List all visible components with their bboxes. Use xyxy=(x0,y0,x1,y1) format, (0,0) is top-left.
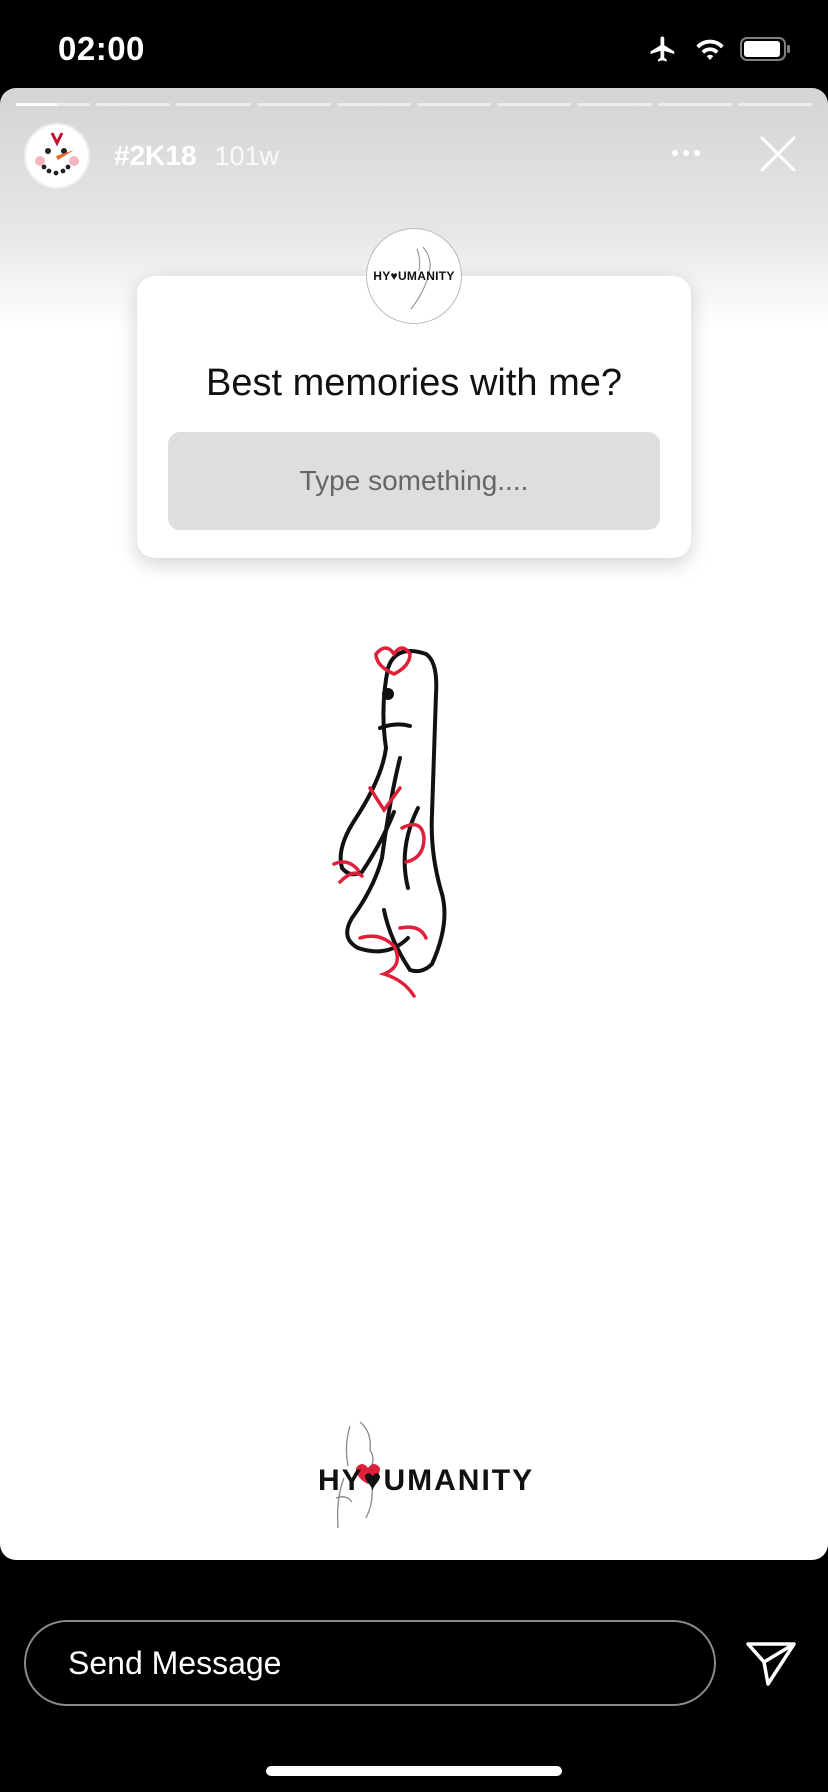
progress-segment xyxy=(16,103,91,106)
question-sticker-avatar: HY♥UMANITY xyxy=(366,228,462,324)
status-time: 02:00 xyxy=(58,30,145,67)
send-message-input[interactable] xyxy=(24,1620,716,1706)
sketch-figure-illustration xyxy=(332,646,447,998)
wifi-icon xyxy=(696,39,724,61)
airplane-icon xyxy=(650,36,675,62)
progress-segment xyxy=(96,103,171,106)
progress-segment xyxy=(577,103,652,106)
story-header: #2K18 101w xyxy=(24,123,804,189)
story-viewer[interactable]: #2K18 101w HY♥UMANITY Best memories with… xyxy=(0,88,828,1560)
progress-segment xyxy=(256,103,331,106)
user-avatar[interactable] xyxy=(24,123,90,189)
more-options-icon[interactable] xyxy=(666,138,706,168)
battery-icon xyxy=(740,37,790,61)
question-answer-input[interactable] xyxy=(168,432,660,530)
story-time-ago: 101w xyxy=(214,140,280,171)
progress-segment xyxy=(176,103,251,106)
progress-segment xyxy=(336,103,412,106)
send-icon[interactable] xyxy=(744,1640,798,1688)
progress-segment xyxy=(497,103,572,106)
story-progress-bar xyxy=(16,103,813,106)
question-text: Best memories with me? xyxy=(205,362,622,404)
progress-segment xyxy=(417,103,492,106)
progress-segment xyxy=(737,103,813,106)
status-icons xyxy=(646,34,792,64)
progress-segment-fill xyxy=(16,103,57,106)
brand-logo: HY♥UMANITY xyxy=(300,1418,550,1538)
brand-text: HY♥UMANITY xyxy=(318,1464,535,1497)
snowman-avatar-icon xyxy=(35,132,79,176)
progress-segment xyxy=(657,103,732,106)
story-username[interactable]: #2K18 xyxy=(114,140,197,172)
close-icon[interactable] xyxy=(752,128,804,180)
question-sticker-avatar-text: HY♥UMANITY xyxy=(373,269,455,283)
home-indicator xyxy=(266,1766,562,1776)
status-bar: 02:00 xyxy=(0,0,828,88)
